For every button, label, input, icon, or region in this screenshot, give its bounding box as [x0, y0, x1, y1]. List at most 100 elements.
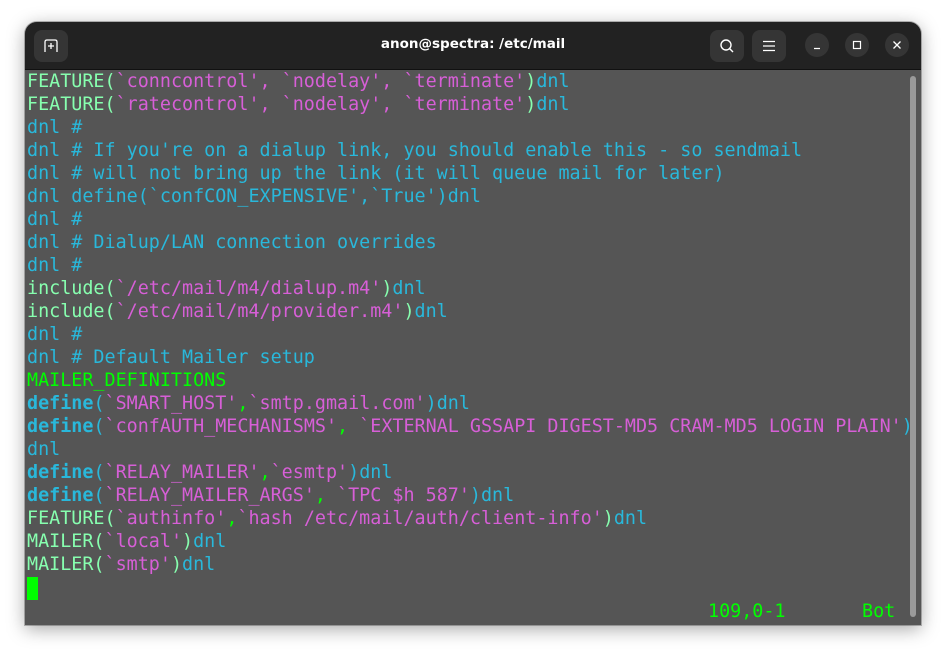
code-token: dnl [436, 393, 470, 414]
close-button[interactable] [885, 33, 909, 57]
code-token: dnl [182, 554, 216, 575]
close-icon [893, 41, 901, 49]
text-cursor [27, 577, 38, 600]
code-token: define [27, 393, 94, 414]
code-token: dnl # If you're on a dialup link, you sh… [27, 140, 803, 161]
terminal-content[interactable]: FEATURE(`conncontrol', `nodelay', `termi… [25, 70, 921, 625]
code-token: dnl [536, 71, 570, 92]
code-token: ) [525, 94, 537, 115]
code-line: dnl # Dialup/LAN connection overrides [27, 231, 913, 254]
code-token: `local' [104, 531, 183, 552]
code-token: include( [27, 278, 116, 299]
cursor-position: 109,0-1 [708, 601, 786, 622]
code-line: FEATURE(`ratecontrol', `nodelay', `termi… [27, 93, 913, 116]
code-token: define [27, 416, 94, 437]
code-token: MAILER( [27, 531, 105, 552]
scroll-position: Bot [862, 601, 896, 622]
code-token: `RELAY_MAILER' [104, 462, 260, 483]
minimize-icon [814, 47, 820, 50]
minimize-button[interactable] [805, 33, 829, 57]
code-line: include(`/etc/mail/m4/dialup.m4')dnl [27, 277, 913, 300]
vim-buffer[interactable]: FEATURE(`conncontrol', `nodelay', `termi… [27, 70, 913, 576]
code-token: ) [525, 71, 537, 92]
code-token: `hash /etc/mail/auth/client-info' [237, 508, 603, 529]
code-token: FEATURE( [27, 71, 116, 92]
title-bar: anon@spectra: /etc/mail [25, 22, 921, 70]
code-token: , [259, 462, 271, 483]
terminal-window: anon@spectra: /etc/mail FEATURE(`conncon… [25, 22, 921, 625]
code-token: dnl # [27, 324, 83, 345]
code-token: `conncontrol', `nodelay', `terminate' [115, 71, 526, 92]
code-token: dnl [193, 531, 227, 552]
code-line: dnl # [27, 323, 913, 346]
code-line: define(`confAUTH_MECHANISMS', `EXTERNAL … [27, 415, 913, 438]
code-line: dnl # [27, 116, 913, 139]
code-token: ) [348, 462, 360, 483]
code-token: dnl # [27, 209, 83, 230]
code-token: , [237, 393, 249, 414]
code-token: dnl # [27, 255, 83, 276]
code-token: dnl [536, 94, 570, 115]
window-title: anon@spectra: /etc/mail [380, 36, 566, 52]
code-line: MAILER_DEFINITIONS [27, 369, 913, 392]
code-token: , [337, 416, 349, 437]
code-line: dnl # Default Mailer setup [27, 346, 913, 369]
code-token: `smtp.gmail.com' [248, 393, 426, 414]
code-token: `ratecontrol', `nodelay', `terminate' [115, 94, 526, 115]
code-token: ) [170, 554, 183, 575]
scrollbar[interactable] [910, 76, 916, 617]
code-token: `smtp' [104, 554, 171, 575]
code-token: dnl [392, 278, 426, 299]
code-token: dnl define(`confCON_EXPENSIVE',`True')dn… [27, 186, 481, 207]
code-line: define(`RELAY_MAILER_ARGS', `TPC $h 587'… [27, 484, 913, 507]
code-line: MAILER(`smtp')dnl [27, 553, 913, 576]
code-token: include( [27, 301, 116, 322]
search-button[interactable] [710, 30, 744, 62]
hamburger-menu-icon [763, 40, 775, 52]
code-token: ( [93, 485, 105, 506]
code-token: dnl [359, 462, 393, 483]
code-token: `SMART_HOST' [104, 393, 238, 414]
code-token: ) [602, 508, 614, 529]
code-token: `/etc/mail/m4/dialup.m4' [115, 278, 382, 299]
maximize-button[interactable] [845, 33, 869, 57]
code-token: dnl [414, 301, 448, 322]
code-token: , [226, 508, 238, 529]
code-token: `EXTERNAL GSSAPI DIGEST-MD5 CRAM-MD5 LOG… [348, 416, 902, 437]
code-line: dnl define(`confCON_EXPENSIVE',`True')dn… [27, 185, 913, 208]
code-token: ) [403, 301, 415, 322]
code-token: ) [381, 278, 393, 299]
code-line: FEATURE(`conncontrol', `nodelay', `termi… [27, 70, 913, 93]
code-line: FEATURE(`authinfo',`hash /etc/mail/auth/… [27, 507, 913, 530]
code-token: `esmtp' [270, 462, 349, 483]
code-token: dnl [27, 439, 61, 460]
code-token: ) [425, 393, 437, 414]
code-line: dnl # If you're on a dialup link, you sh… [27, 139, 913, 162]
code-token: `confAUTH_MECHANISMS' [104, 416, 338, 437]
code-token: , [314, 485, 326, 506]
code-token: define [27, 485, 94, 506]
code-line: dnl # will not bring up the link (it wil… [27, 162, 913, 185]
code-token: dnl [480, 485, 515, 506]
code-line: define(`RELAY_MAILER',`esmtp')dnl [27, 461, 913, 484]
code-token: `TPC $h 587' [325, 485, 470, 506]
code-token: dnl [613, 508, 648, 529]
code-token: ( [93, 393, 105, 414]
code-token: `RELAY_MAILER_ARGS' [104, 485, 315, 506]
code-line: dnl [27, 438, 913, 461]
code-line: include(`/etc/mail/m4/provider.m4')dnl [27, 300, 913, 323]
code-line: MAILER(`local')dnl [27, 530, 913, 553]
maximize-icon [852, 40, 862, 50]
code-token: ) [469, 485, 481, 506]
code-token: `/etc/mail/m4/provider.m4' [115, 301, 404, 322]
search-icon [720, 39, 734, 53]
code-token: ) [182, 531, 194, 552]
code-token: MAILER_DEFINITIONS [27, 370, 227, 391]
code-token: dnl # [27, 117, 83, 138]
code-token: FEATURE( [27, 508, 116, 529]
code-token: dnl # will not bring up the link (it wil… [27, 163, 725, 184]
code-token: MAILER( [27, 554, 105, 575]
code-token: dnl # Dialup/LAN connection overrides [27, 232, 437, 253]
code-line: dnl # [27, 208, 913, 231]
menu-button[interactable] [752, 30, 786, 62]
